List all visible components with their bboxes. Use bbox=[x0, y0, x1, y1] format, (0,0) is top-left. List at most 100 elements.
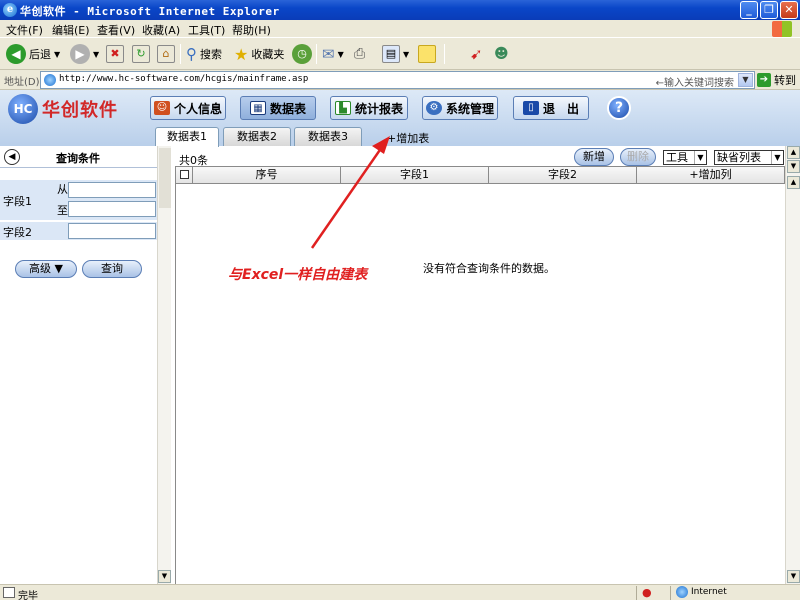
print-button[interactable]: ⎙ bbox=[354, 42, 365, 66]
popup-blocker-icon[interactable]: ● bbox=[642, 586, 652, 599]
back-label: 后退 bbox=[29, 48, 51, 61]
status-bar: 完毕 ● Internet bbox=[0, 584, 800, 600]
add-column-button[interactable]: +增加列 bbox=[637, 167, 784, 183]
history-button[interactable]: ◷ bbox=[292, 42, 312, 66]
back-arrow-icon: ◀ bbox=[6, 44, 26, 64]
search-button[interactable]: ⚲ 搜索 bbox=[186, 42, 222, 66]
nav-personal-info[interactable]: ☺ 个人信息 bbox=[150, 96, 226, 120]
toolbar-separator bbox=[316, 44, 317, 64]
nav-logout[interactable]: ▯ 退 出 bbox=[513, 96, 589, 120]
edit-button[interactable]: ▤ ▼ bbox=[382, 42, 409, 66]
add-table-link[interactable]: +增加表 bbox=[387, 130, 429, 146]
advanced-button[interactable]: 高级 ▼ bbox=[15, 260, 77, 278]
home-button[interactable]: ⌂ bbox=[157, 42, 175, 66]
delete-record-button[interactable]: 删除 bbox=[620, 148, 656, 166]
edit-page-icon: ▤ bbox=[382, 45, 400, 63]
refresh-button[interactable]: ↻ bbox=[132, 42, 150, 66]
from-label: 从 bbox=[57, 183, 68, 196]
query-title: 查询条件 bbox=[56, 152, 100, 165]
menu-view[interactable]: 查看(V) bbox=[97, 22, 135, 38]
new-record-button[interactable]: 新增 bbox=[574, 148, 614, 166]
nav-data-table[interactable]: ▦ 数据表 bbox=[240, 96, 316, 120]
stop-button[interactable]: ✖ bbox=[106, 42, 124, 66]
globe-icon bbox=[676, 586, 688, 598]
app-header: HC 华创软件 ☺ 个人信息 ▦ 数据表 ▙ 统计报表 ⚙ 系统管理 ▯ 退 出… bbox=[0, 90, 800, 147]
zone-label: Internet bbox=[691, 587, 727, 597]
favorites-button[interactable]: ★ 收藏夹 bbox=[234, 42, 284, 66]
nav-label: 个人信息 bbox=[173, 101, 222, 116]
scrollbar-thumb[interactable] bbox=[159, 148, 171, 208]
page-icon bbox=[44, 74, 56, 86]
search-button[interactable]: 查询 bbox=[82, 260, 142, 278]
nav-label: 统计报表 bbox=[354, 101, 403, 116]
tab-table-2[interactable]: 数据表2 bbox=[223, 127, 291, 146]
tab-table-1[interactable]: 数据表1 bbox=[155, 127, 219, 147]
scroll-down-icon[interactable]: ▼ bbox=[787, 570, 800, 583]
back-dropdown-icon[interactable]: ▼ bbox=[54, 50, 60, 59]
scroll-down-icon[interactable]: ▼ bbox=[158, 570, 171, 583]
contacts-button[interactable]: ☻ bbox=[494, 42, 509, 66]
field2-input[interactable] bbox=[68, 223, 156, 239]
address-input[interactable]: http://www.hc-software.com/hcgis/mainfra… bbox=[40, 71, 755, 89]
scroll-down-icon[interactable]: ▼ bbox=[787, 160, 800, 173]
menu-favorites[interactable]: 收藏(A) bbox=[142, 22, 180, 38]
forward-dropdown-icon[interactable]: ▼ bbox=[93, 50, 99, 59]
field2-label: 字段2 bbox=[3, 226, 32, 239]
note-icon bbox=[418, 45, 436, 63]
chevron-down-icon: ▼ bbox=[771, 151, 783, 164]
go-button[interactable]: ➔ 转到 bbox=[757, 72, 796, 88]
select-all-checkbox[interactable] bbox=[176, 167, 193, 183]
address-label: 地址(D) bbox=[4, 77, 40, 88]
edit-dropdown-icon[interactable]: ▼ bbox=[403, 50, 409, 59]
security-zone: Internet bbox=[676, 586, 727, 598]
discuss-button[interactable] bbox=[418, 42, 436, 66]
empty-message: 没有符合查询条件的数据。 bbox=[423, 262, 555, 275]
nav-label: 数据表 bbox=[269, 101, 306, 116]
people-icon: ☻ bbox=[494, 46, 509, 62]
address-url[interactable]: http://www.hc-software.com/hcgis/mainfra… bbox=[59, 74, 308, 84]
go-label: 转到 bbox=[774, 74, 796, 87]
back-button[interactable]: ◀ 后退 ▼ bbox=[6, 42, 60, 66]
field1-to-input[interactable] bbox=[68, 201, 156, 217]
address-dropdown-icon[interactable]: ▼ bbox=[738, 73, 753, 87]
menu-edit[interactable]: 编辑(E) bbox=[52, 22, 90, 38]
tools-select[interactable]: 工具 ▼ bbox=[663, 150, 707, 165]
home-icon: ⌂ bbox=[157, 45, 175, 63]
forward-button[interactable]: ▶ ▼ bbox=[70, 42, 99, 66]
query-panel-scrollbar[interactable]: ▼ bbox=[157, 146, 171, 584]
collapse-left-icon[interactable]: ◀ bbox=[4, 149, 20, 165]
column-header-field2[interactable]: 字段2 bbox=[489, 167, 637, 183]
help-icon[interactable]: ? bbox=[607, 96, 631, 120]
scroll-up-icon[interactable]: ▲ bbox=[787, 176, 800, 189]
column-header-field1[interactable]: 字段1 bbox=[341, 167, 489, 183]
scroll-up-icon[interactable]: ▲ bbox=[787, 146, 800, 159]
view-select[interactable]: 缺省列表 ▼ bbox=[714, 150, 784, 165]
menu-file[interactable]: 文件(F) bbox=[6, 22, 43, 38]
nav-label: 退 出 bbox=[542, 101, 579, 116]
tab-table-3[interactable]: 数据表3 bbox=[294, 127, 362, 146]
restore-button[interactable]: ❐ bbox=[760, 1, 778, 19]
menu-tools[interactable]: 工具(T) bbox=[188, 22, 225, 38]
messenger-button[interactable]: ➹ bbox=[470, 42, 483, 66]
data-grid-area: 共0条 新增 删除 工具 ▼ 缺省列表 ▼ 序号 字段1 字段2 +增加列 没有… bbox=[172, 146, 800, 584]
menu-help[interactable]: 帮助(H) bbox=[232, 22, 271, 38]
column-header-index[interactable]: 序号 bbox=[193, 167, 341, 183]
nav-statistics-report[interactable]: ▙ 统计报表 bbox=[330, 96, 408, 120]
view-select-value: 缺省列表 bbox=[717, 151, 761, 164]
nav-system-admin[interactable]: ⚙ 系统管理 bbox=[422, 96, 498, 120]
mail-icon: ✉ bbox=[322, 45, 335, 63]
windows-logo-icon bbox=[772, 21, 792, 37]
star-icon: ★ bbox=[234, 44, 249, 64]
mail-button[interactable]: ✉ ▼ bbox=[322, 42, 344, 66]
close-button[interactable]: ✕ bbox=[780, 1, 798, 19]
grid-scrollbar[interactable]: ▲ ▼ ▲ ▼ bbox=[785, 146, 800, 584]
title-bar: e 华创软件 - Microsoft Internet Explorer _ ❐… bbox=[0, 0, 800, 20]
grid-body: 没有符合查询条件的数据。 bbox=[175, 184, 785, 584]
field1-label: 字段1 bbox=[3, 195, 32, 208]
mail-dropdown-icon[interactable]: ▼ bbox=[338, 50, 344, 59]
minimize-button[interactable]: _ bbox=[740, 1, 758, 19]
field1-row: 字段1 从 至 bbox=[0, 180, 157, 220]
field1-from-input[interactable] bbox=[68, 182, 156, 198]
to-label: 至 bbox=[57, 204, 68, 217]
table-icon: ▦ bbox=[249, 101, 266, 115]
